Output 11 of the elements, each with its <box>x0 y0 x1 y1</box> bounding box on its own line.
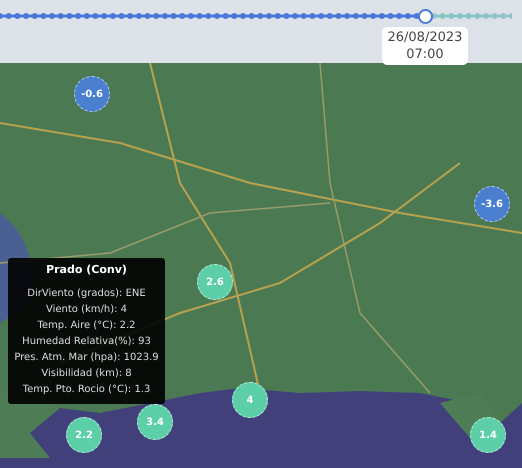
popup-line: Visibilidad (km): 8 <box>41 367 132 381</box>
popup-line: Temp. Pto. Rocio (°C): 1.3 <box>22 383 150 397</box>
slider-thumb[interactable] <box>418 9 433 24</box>
time-label: 26/08/2023 <box>387 29 462 46</box>
popup-line: DirViento (grados): ENE <box>27 287 146 301</box>
popup-line: Viento (km/h): 4 <box>46 303 128 317</box>
popup-line: Humedad Relativa(%): 93 <box>22 335 151 349</box>
time-label: 07:00 <box>406 46 444 63</box>
popup-line: Pres. Atm. Mar (hpa): 1023.9 <box>14 351 159 365</box>
popup-title: Prado (Conv) <box>46 263 127 276</box>
popup-line: Temp. Aire (°C): 2.2 <box>37 319 136 333</box>
